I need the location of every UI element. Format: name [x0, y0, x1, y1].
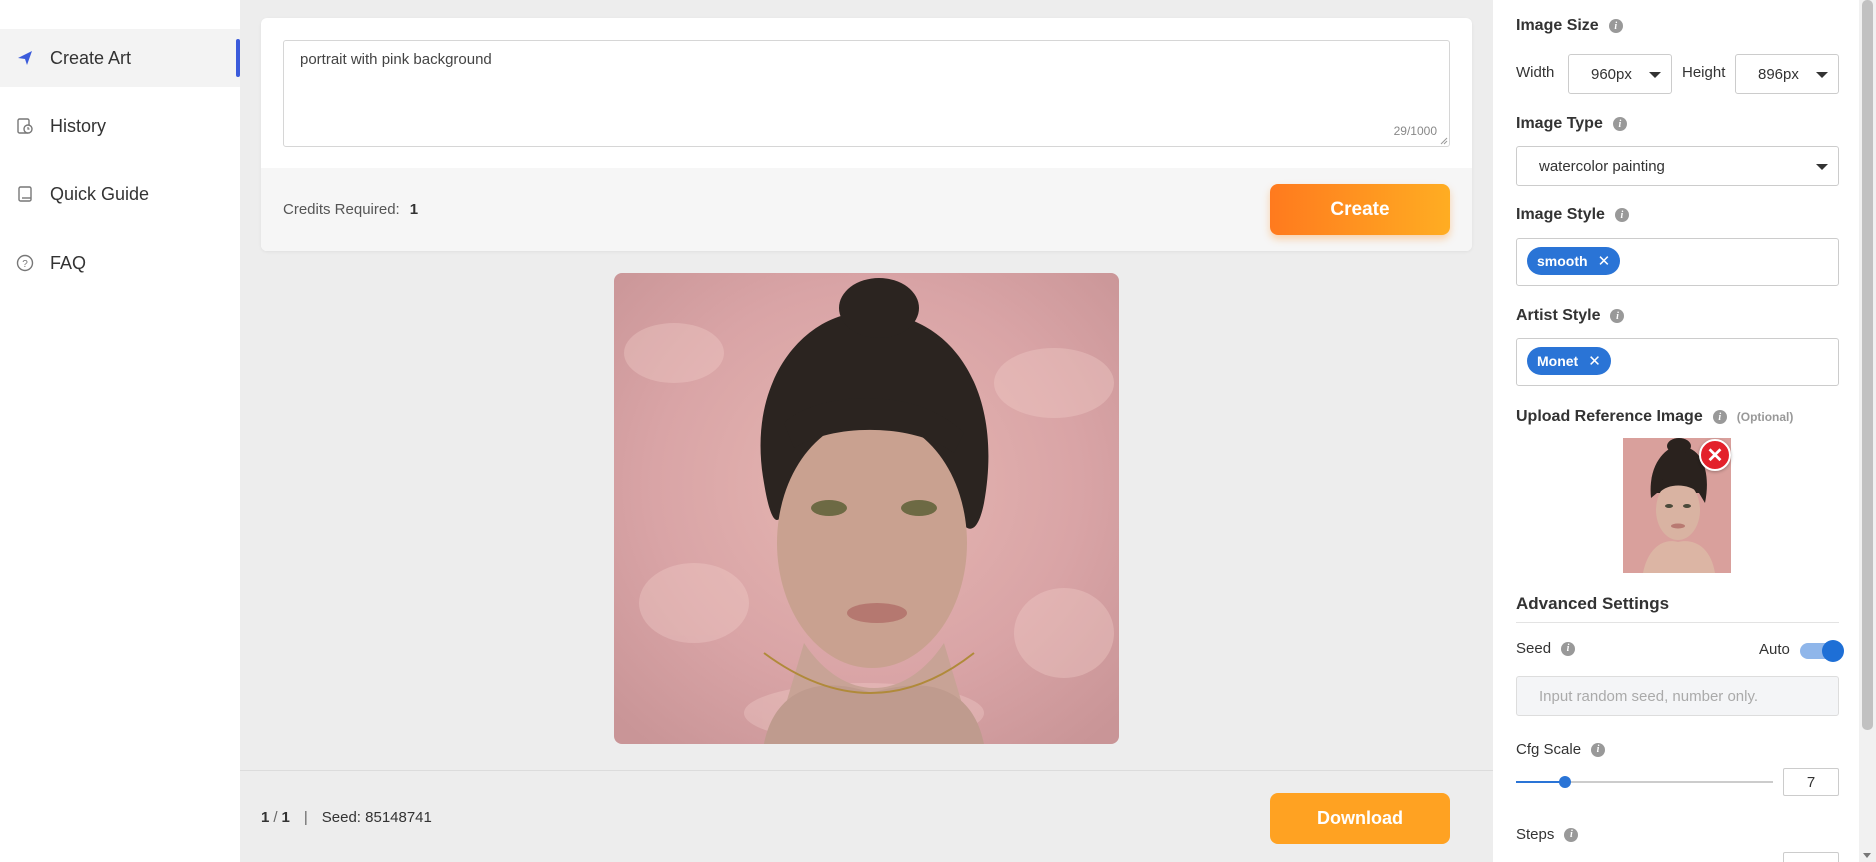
image-style-label: Image Style [1516, 206, 1605, 223]
width-value: 960px [1591, 65, 1632, 83]
info-icon[interactable]: i [1610, 309, 1625, 323]
steps-label: Steps [1516, 826, 1555, 843]
remove-image-button[interactable]: ✕ [1699, 439, 1731, 471]
sidebar: Create Art History Quick Guide ? FAQ [0, 0, 240, 862]
create-button[interactable]: Create [1270, 184, 1450, 235]
cfg-scale-input[interactable] [1783, 768, 1839, 796]
sidebar-item-quick-guide[interactable]: Quick Guide [0, 165, 240, 223]
seed-label: Seed [1516, 640, 1552, 657]
sidebar-item-label: History [50, 115, 107, 136]
sidebar-item-faq[interactable]: ? FAQ [0, 234, 240, 292]
cfg-scale-heading: Cfg Scale i [1516, 741, 1606, 758]
sidebar-item-label: FAQ [50, 252, 87, 273]
image-type-label: Image Type [1516, 115, 1603, 132]
char-counter: 29/1000 [1393, 124, 1437, 138]
seed-readout: Seed: 85148741 [321, 809, 432, 826]
prompt-textarea[interactable]: portrait with pink background 29/1000 [283, 40, 1450, 147]
auto-label: Auto [1759, 641, 1790, 658]
prompt-card: portrait with pink background 29/1000 Cr… [261, 18, 1472, 251]
card-footer: Credits Required: 1 Create [261, 168, 1472, 251]
info-icon[interactable]: i [1564, 827, 1579, 842]
info-icon[interactable]: i [1712, 410, 1727, 424]
credits-label: Credits Required: [283, 201, 400, 218]
image-size-label: Image Size [1516, 17, 1599, 34]
settings-panel: Image Size i Width 960px Height 896px Ima… [1493, 0, 1859, 862]
chevron-down-icon [1816, 72, 1828, 78]
page-current: 1 [261, 809, 270, 826]
image-type-select[interactable]: watercolor painting [1516, 146, 1839, 186]
auto-seed-toggle[interactable] [1800, 640, 1844, 662]
info-icon[interactable]: i [1591, 742, 1606, 757]
image-type-heading: Image Type i [1516, 115, 1627, 133]
info-icon[interactable]: i [1561, 641, 1576, 656]
sidebar-item-label: Create Art [50, 47, 132, 68]
image-style-tags[interactable]: smooth ✕ [1516, 238, 1839, 286]
pagination: 1/1 | Seed: 85148741 [261, 809, 432, 826]
tag-smooth[interactable]: smooth ✕ [1527, 247, 1621, 275]
page-total: 1 [281, 809, 290, 826]
advanced-settings-title: Advanced Settings [1516, 594, 1670, 613]
height-value: 896px [1758, 65, 1799, 83]
steps-heading: Steps i [1516, 826, 1579, 843]
artist-style-tags[interactable]: Monet ✕ [1516, 338, 1839, 386]
main-area: portrait with pink background 29/1000 Cr… [240, 0, 1493, 862]
book-icon [16, 185, 34, 203]
seed-heading: Seed i [1516, 640, 1576, 657]
slider-handle[interactable] [1558, 776, 1571, 788]
seed-input[interactable] [1516, 676, 1839, 716]
cfg-scale-slider[interactable] [1516, 776, 1773, 788]
credits-required: Credits Required: 1 [283, 201, 418, 218]
upload-heading: Upload Reference Image i (Optional) [1516, 408, 1793, 426]
download-button[interactable]: Download [1270, 793, 1450, 844]
sidebar-item-history[interactable]: History [0, 97, 240, 155]
image-style-heading: Image Style i [1516, 206, 1629, 224]
chevron-down-icon [1816, 164, 1828, 170]
scrollbar[interactable] [1859, 0, 1876, 862]
divider: | [303, 809, 308, 826]
steps-input[interactable] [1783, 852, 1839, 862]
slider-fill [1516, 781, 1565, 783]
page-separator: / [273, 809, 278, 826]
divider [1516, 622, 1839, 623]
resize-handle-icon[interactable] [1440, 137, 1448, 145]
cfg-scale-label: Cfg Scale [1516, 741, 1582, 758]
tag-label: smooth [1537, 253, 1588, 269]
info-icon[interactable]: i [1608, 19, 1623, 33]
prompt-text: portrait with pink background [300, 51, 492, 68]
upload-label: Upload Reference Image [1516, 408, 1703, 425]
generated-image[interactable] [614, 273, 1119, 744]
info-icon[interactable]: i [1614, 208, 1629, 222]
chevron-down-icon [1649, 72, 1661, 78]
height-label: Height [1682, 64, 1726, 81]
height-select[interactable]: 896px [1735, 54, 1839, 94]
sidebar-item-label: Quick Guide [50, 183, 150, 204]
sidebar-item-create-art[interactable]: Create Art [0, 29, 240, 87]
image-type-value: watercolor painting [1539, 157, 1665, 175]
tag-monet[interactable]: Monet ✕ [1527, 347, 1611, 375]
history-icon [16, 117, 34, 135]
info-icon[interactable]: i [1612, 117, 1627, 131]
width-select[interactable]: 960px [1568, 54, 1672, 94]
scroll-down-icon[interactable] [1863, 853, 1871, 858]
credits-value: 1 [409, 201, 419, 218]
scrollbar-thumb[interactable] [1862, 0, 1873, 730]
toggle-knob [1822, 640, 1844, 662]
optional-label: (Optional) [1736, 410, 1794, 424]
send-icon [16, 49, 34, 67]
width-label: Width [1516, 64, 1555, 81]
close-icon[interactable]: ✕ [1588, 352, 1601, 370]
result-bar: 1/1 | Seed: 85148741 Download [240, 770, 1493, 862]
artist-style-label: Artist Style [1516, 307, 1601, 324]
svg-text:?: ? [22, 259, 28, 270]
question-icon: ? [16, 254, 34, 272]
artist-style-heading: Artist Style i [1516, 307, 1625, 325]
tag-label: Monet [1537, 353, 1579, 369]
image-size-heading: Image Size i [1516, 17, 1623, 35]
close-icon[interactable]: ✕ [1598, 252, 1611, 270]
